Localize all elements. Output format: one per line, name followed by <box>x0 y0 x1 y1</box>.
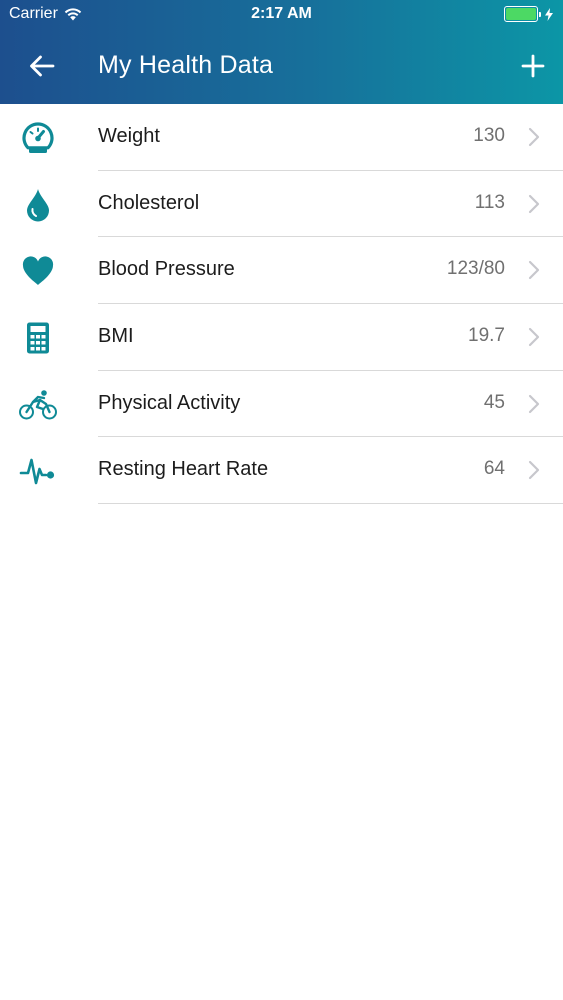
chevron-right-icon <box>528 394 540 413</box>
item-label: Blood Pressure <box>98 258 235 281</box>
chevron-right-icon <box>528 461 540 480</box>
back-button[interactable] <box>22 48 62 84</box>
item-label: Resting Heart Rate <box>98 458 269 481</box>
list-item-weight[interactable]: Weight 130 <box>0 104 563 171</box>
battery-level <box>506 8 536 20</box>
page-title: My Health Data <box>98 51 274 79</box>
battery-cap <box>539 11 541 17</box>
charging-bolt-icon <box>545 7 553 21</box>
list-item-physical-activity[interactable]: Physical Activity 45 <box>0 371 563 438</box>
droplet-icon <box>16 185 60 225</box>
calculator-icon <box>16 318 60 358</box>
chevron-right-icon <box>528 194 540 213</box>
item-value: 130 <box>473 125 505 146</box>
battery-indicator <box>504 6 553 22</box>
heartbeat-icon <box>16 451 60 491</box>
scale-gauge-icon <box>16 118 60 158</box>
chevron-right-icon <box>528 327 540 347</box>
list-item-bmi[interactable]: BMI 19.7 <box>0 304 563 371</box>
list-item-resting-heart-rate[interactable]: Resting Heart Rate 64 <box>0 437 563 505</box>
plus-icon <box>521 54 545 78</box>
add-button[interactable] <box>513 48 553 84</box>
status-time: 2:17 AM <box>251 5 312 22</box>
chevron-right-icon <box>528 127 540 147</box>
health-data-list: Weight 130 Cholesterol 113 Blood Pressur… <box>0 104 563 505</box>
list-item-blood-pressure[interactable]: Blood Pressure 123/80 <box>0 237 563 305</box>
list-item-cholesterol[interactable]: Cholesterol 113 <box>0 171 563 238</box>
header: Carrier 2:17 AM My Health Data <box>0 0 563 104</box>
item-value: 123/80 <box>446 258 505 280</box>
item-label: Physical Activity <box>98 391 241 414</box>
chevron-right-icon <box>528 261 540 280</box>
nav-bar: My Health Data <box>0 34 563 98</box>
bicycle-icon <box>16 385 60 425</box>
item-value: 64 <box>483 458 505 480</box>
item-value: 19.7 <box>468 325 505 347</box>
heart-icon <box>16 251 60 291</box>
status-bar: Carrier 2:17 AM <box>0 0 563 30</box>
item-label: Weight <box>98 125 160 147</box>
row-divider <box>98 503 563 505</box>
item-label: BMI <box>98 325 134 348</box>
item-value: 113 <box>474 191 505 213</box>
arrow-left-icon <box>30 55 55 77</box>
item-label: Cholesterol <box>98 191 200 214</box>
battery-icon <box>504 6 538 22</box>
item-value: 45 <box>483 391 505 413</box>
